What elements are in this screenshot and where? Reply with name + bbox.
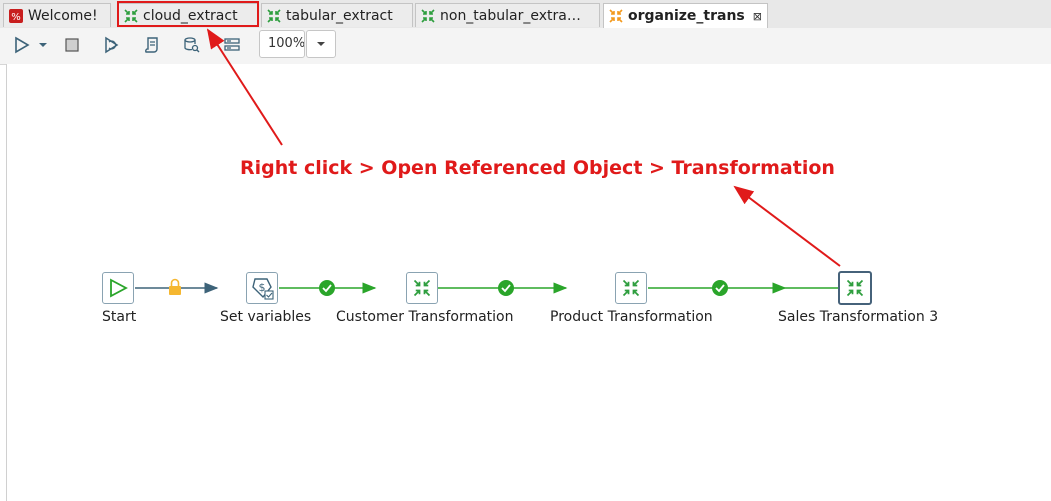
success-check-icon [319, 280, 335, 296]
annotation-arrow-to-tab [206, 28, 283, 146]
success-check-icon [498, 280, 514, 296]
annotation-text: Right click > Open Referenced Object > T… [240, 157, 835, 179]
node-customer-transformation[interactable] [406, 272, 438, 304]
hop-customer-product[interactable] [438, 280, 568, 296]
hops-layer [135, 28, 841, 296]
node-start[interactable] [102, 272, 134, 304]
node-label-product-transformation: Product Transformation [550, 309, 713, 325]
annotation-arrow-to-node [733, 185, 841, 267]
node-label-customer-transformation: Customer Transformation [336, 309, 514, 325]
set-variables-icon: $ [252, 278, 274, 300]
transformation-icon [413, 279, 431, 297]
transformation-icon [622, 279, 640, 297]
unconditional-lock-icon [169, 278, 181, 295]
node-label-sales-transformation-3: Sales Transformation 3 [778, 309, 939, 325]
hop-product-sales[interactable] [648, 280, 838, 296]
node-set-variables[interactable]: $ [246, 272, 278, 304]
success-check-icon [712, 280, 728, 296]
node-label-start: Start [102, 309, 137, 325]
transformation-icon [846, 279, 864, 297]
node-label-set-variables: Set variables [220, 309, 312, 325]
node-product-transformation[interactable] [615, 272, 647, 304]
node-sales-transformation-3[interactable] [838, 271, 872, 305]
hop-set-variables-customer[interactable] [279, 280, 377, 296]
start-icon [110, 278, 128, 298]
hop-start-set-variables[interactable] [135, 278, 219, 296]
